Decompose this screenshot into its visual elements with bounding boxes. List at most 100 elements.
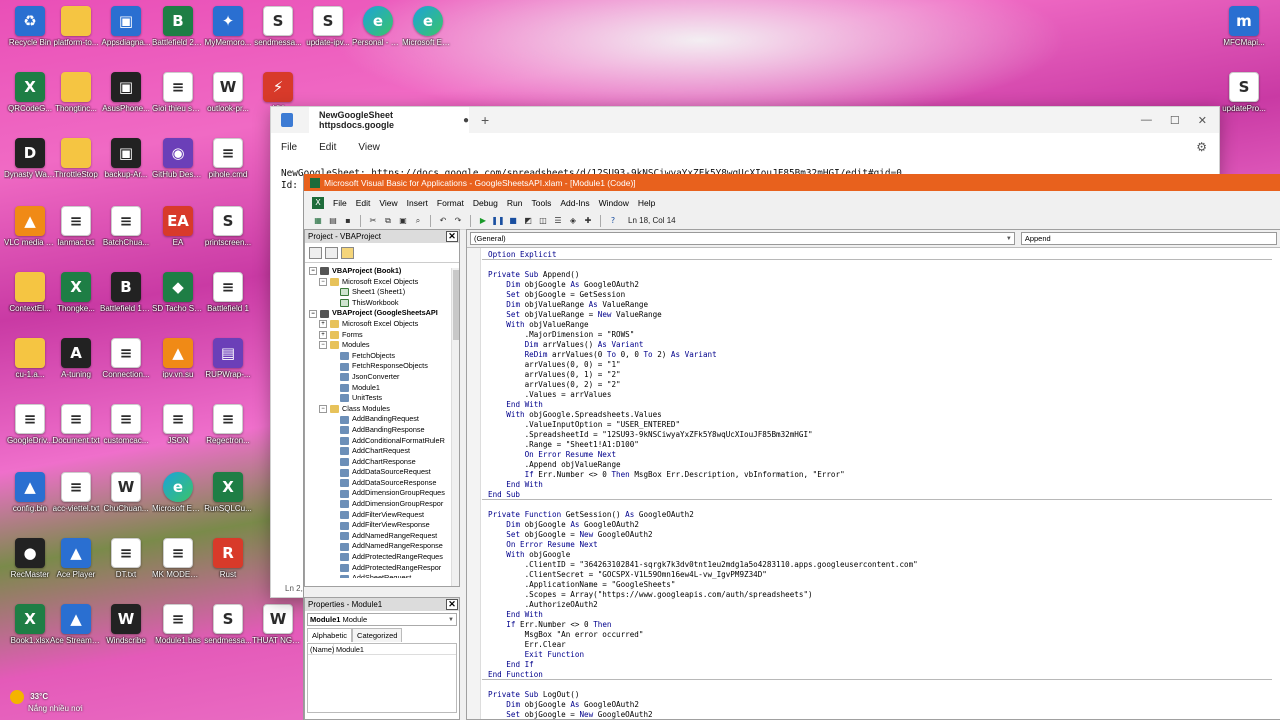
code-line[interactable]: .AuthorizeOAuth2	[488, 600, 1272, 610]
collapse-icon[interactable]: −	[319, 405, 327, 414]
code-margin[interactable]	[467, 248, 481, 719]
vba-menu-file[interactable]: File	[333, 198, 347, 208]
find-icon[interactable]: ⌕	[412, 215, 424, 227]
expand-icon[interactable]: +	[319, 320, 327, 329]
tree-item[interactable]: FetchResponseObjects	[305, 361, 459, 372]
code-line[interactable]: With objGoogle.Spreadsheets.Values	[488, 410, 1272, 420]
expand-icon[interactable]: +	[319, 330, 327, 339]
code-line[interactable]: Dim arrValues() As Variant	[488, 340, 1272, 350]
copy-icon[interactable]: ⧉	[382, 215, 394, 227]
code-line[interactable]: Err.Clear	[488, 640, 1272, 650]
design-mode-icon[interactable]: ◩	[522, 215, 534, 227]
reset-icon[interactable]: ■	[507, 215, 519, 227]
tree-item[interactable]: AddDataSourceRequest	[305, 467, 459, 478]
desktop-icon[interactable]: ▲ Ace Player	[50, 538, 102, 579]
code-line[interactable]: If Err.Number <> 0 Then	[488, 620, 1272, 630]
desktop-icon[interactable]: Sprintscreen...	[202, 206, 254, 247]
tree-item[interactable]: UnitTests	[305, 393, 459, 404]
tree-item[interactable]: AddChartRequest	[305, 446, 459, 457]
desktop-icon[interactable]: W THUAT NGU TAI CHINH	[252, 604, 304, 645]
code-line[interactable]	[488, 260, 1272, 270]
tree-item[interactable]: AddProtectedRangeReques	[305, 552, 459, 563]
settings-gear-icon[interactable]: ⚙	[1196, 140, 1207, 154]
project-tree-scrollbar[interactable]	[451, 268, 459, 586]
vba-menu-format[interactable]: Format	[437, 198, 464, 208]
vba-menu-window[interactable]: Window	[599, 198, 629, 208]
tree-item[interactable]: ThisWorkbook	[305, 298, 459, 309]
vba-menu-edit[interactable]: Edit	[356, 198, 371, 208]
desktop-icon[interactable]: ▲ VLC media player	[4, 206, 56, 247]
tree-item[interactable]: AddProtectedRangeRespor	[305, 563, 459, 574]
tab-categorized[interactable]: Categorized	[352, 628, 403, 642]
new-tab-button[interactable]: +	[481, 112, 489, 128]
menu-edit[interactable]: Edit	[319, 142, 336, 153]
vba-menu-run[interactable]: Run	[507, 198, 523, 208]
desktop-icon[interactable]: ≡ Document.txt	[50, 404, 102, 445]
code-line[interactable]: ReDim arrValues(0 To 0, 0 To 2) As Varia…	[488, 350, 1272, 360]
run-icon[interactable]: ▶	[477, 215, 489, 227]
notepad-titlebar[interactable]: NewGoogleSheet httpsdocs.google ● + — ☐ …	[271, 107, 1219, 133]
code-line[interactable]: arrValues(0, 0) = "1"	[488, 360, 1272, 370]
toolbox-icon[interactable]: ✚	[582, 215, 594, 227]
scrollbar-thumb[interactable]	[453, 270, 459, 340]
desktop-icon[interactable]: ≡ acc-viettel.txt	[50, 472, 102, 513]
tree-item[interactable]: AddNamedRangeRequest	[305, 531, 459, 542]
view-object-icon[interactable]	[325, 246, 338, 259]
code-line[interactable]	[488, 500, 1272, 510]
desktop-icon[interactable]: X Book1.xlsx	[4, 604, 56, 645]
desktop-icon[interactable]: ≡ DT.txt	[100, 538, 152, 579]
collapse-icon[interactable]: −	[319, 341, 327, 350]
code-line[interactable]: .Append objValueRange	[488, 460, 1272, 470]
desktop-icon[interactable]: e Personal - Edge	[352, 6, 404, 47]
undo-icon[interactable]: ↶	[437, 215, 449, 227]
desktop-icon[interactable]: ▤ RUPWrap-...	[202, 338, 254, 379]
code-line[interactable]: Set objGoogle = GetSession	[488, 290, 1272, 300]
desktop-icon[interactable]: ≡ GoogleDriv...	[4, 404, 56, 445]
code-line[interactable]: Dim objGoogle As GoogleOAuth2	[488, 700, 1272, 710]
code-line[interactable]: arrValues(0, 2) = "2"	[488, 380, 1272, 390]
desktop-icon[interactable]: ▣ Appsdiagna...	[100, 6, 152, 47]
vba-menu-tools[interactable]: Tools	[531, 198, 551, 208]
desktop-icon[interactable]: e Microsoft Edge	[402, 6, 454, 47]
redo-icon[interactable]: ↷	[452, 215, 464, 227]
desktop-icon[interactable]: A A-tuning	[50, 338, 102, 379]
desktop-icon[interactable]: ≡ Module1.bas	[152, 604, 204, 645]
desktop-icon[interactable]: ▣ backup-Ar...	[100, 138, 152, 179]
code-line[interactable]: .Scopes = Array("https://www.googleapis.…	[488, 590, 1272, 600]
property-value[interactable]: Module1	[334, 644, 364, 654]
desktop-icon[interactable]: Thongtinc...	[50, 72, 102, 113]
collapse-icon[interactable]: −	[309, 267, 317, 276]
desktop-icon[interactable]: ◉ GitHub Desktop	[152, 138, 204, 179]
view-excel-icon[interactable]: ▦	[312, 215, 324, 227]
code-line[interactable]: If Err.Number <> 0 Then MsgBox Err.Descr…	[488, 470, 1272, 480]
tree-item[interactable]: Module1	[305, 383, 459, 394]
desktop-icon[interactable]: ≡ JSON	[152, 404, 204, 445]
desktop-icon[interactable]: X RunSQLCu...	[202, 472, 254, 513]
desktop-icon[interactable]: B Battlefield 1 ipxit	[100, 272, 152, 313]
desktop-icon[interactable]: B Battlefield 2042	[152, 6, 204, 47]
code-line[interactable]: Private Sub Append()	[488, 270, 1272, 280]
code-line[interactable]: .ApplicationName = "GoogleSheets"	[488, 580, 1272, 590]
code-line[interactable]: End With	[488, 480, 1272, 490]
tree-item[interactable]: − Class Modules	[305, 404, 459, 415]
collapse-icon[interactable]: −	[319, 277, 327, 286]
desktop-icon[interactable]: W Windscribe	[100, 604, 152, 645]
desktop-icon[interactable]: ≡ Regectron...	[202, 404, 254, 445]
desktop-icon[interactable]: ≡ Battlefield 1	[202, 272, 254, 313]
desktop-icon[interactable]: X QRCodeG...	[4, 72, 56, 113]
code-line[interactable]: End Sub	[482, 490, 1272, 500]
insert-module-icon[interactable]: ▤	[327, 215, 339, 227]
properties-object-select[interactable]: Module1 Module ▼	[307, 613, 457, 626]
code-line[interactable]: MsgBox "An error occurred"	[488, 630, 1272, 640]
desktop-icon[interactable]: ♻ Recycle Bin	[4, 6, 56, 47]
project-explorer-icon[interactable]: ◫	[537, 215, 549, 227]
code-line[interactable]: With objValueRange	[488, 320, 1272, 330]
code-line[interactable]: Private Function GetSession() As GoogleO…	[488, 510, 1272, 520]
tree-item[interactable]: JsonConverter	[305, 372, 459, 383]
cut-icon[interactable]: ✂	[367, 215, 379, 227]
desktop-icon[interactable]: ▣ AsusPhone...	[100, 72, 152, 113]
code-line[interactable]: Dim objGoogle As GoogleOAuth2	[488, 280, 1272, 290]
tree-item[interactable]: AddFilterViewResponse	[305, 520, 459, 531]
desktop-icon[interactable]: ≡ Gioi thieu so luoc ve OT	[152, 72, 204, 113]
desktop-icon[interactable]: ▲ ipv.vn.su	[152, 338, 204, 379]
